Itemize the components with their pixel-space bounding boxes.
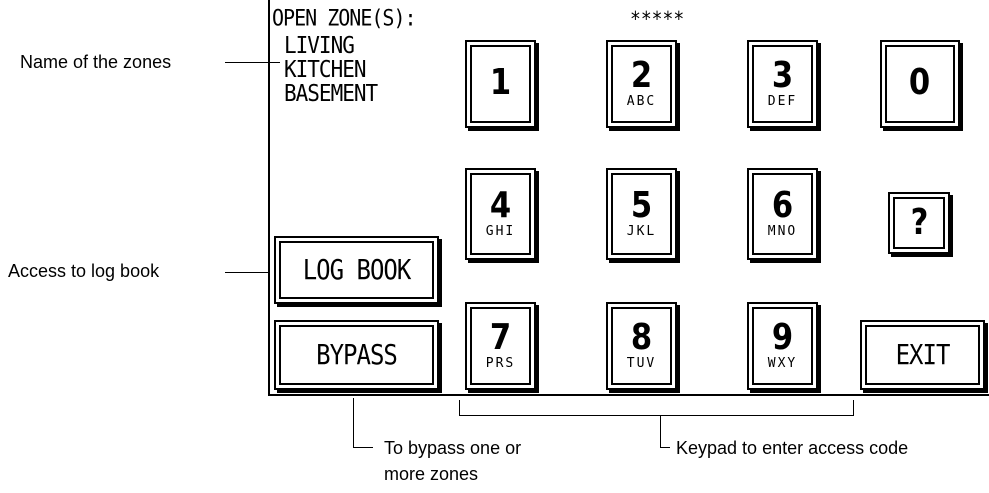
key-letters: WXY: [767, 356, 798, 371]
callout-keypad-bracket-left: [459, 400, 460, 416]
key-1[interactable]: 1: [465, 40, 536, 128]
callout-log-book-leader: [225, 272, 270, 273]
key-digit: 6: [771, 185, 794, 226]
callout-bypass-line1: To bypass one or: [384, 438, 522, 458]
key-0[interactable]: 0: [880, 40, 960, 128]
key-help[interactable]: ?: [888, 192, 950, 254]
key-letters: JKL: [626, 224, 657, 239]
key-6[interactable]: 6 MNO: [747, 168, 818, 260]
callout-keypad-leader-vertical: [660, 415, 661, 448]
key-digit: 4: [489, 185, 512, 226]
callout-keypad-bracket-bottom: [459, 415, 854, 416]
exit-label: EXIT: [895, 338, 951, 372]
zone-name: LIVING: [284, 31, 355, 59]
key-letters: DEF: [767, 94, 798, 109]
key-letters: TUV: [626, 356, 657, 371]
key-7[interactable]: 7 PRS: [465, 302, 536, 390]
key-letters: MNO: [767, 224, 798, 239]
key-letters: PRS: [485, 356, 516, 371]
touchscreen-panel: OPEN ZONE(S): ***** LIVING KITCHEN BASEM…: [268, 0, 989, 396]
key-3[interactable]: 3 DEF: [747, 40, 818, 128]
key-8[interactable]: 8 TUV: [606, 302, 677, 390]
log-book-button[interactable]: LOG BOOK: [274, 236, 439, 304]
key-digit: 1: [489, 62, 512, 103]
key-5[interactable]: 5 JKL: [606, 168, 677, 260]
log-book-label: LOG BOOK: [302, 253, 412, 287]
callout-bypass-leader-vertical: [353, 398, 354, 448]
key-2[interactable]: 2 ABC: [606, 40, 677, 128]
callout-log-book: Access to log book: [8, 261, 160, 281]
key-digit: 3: [771, 55, 794, 96]
callout-zone-names: Name of the zones: [20, 52, 172, 72]
callout-keypad-leader-horizontal: [660, 447, 670, 448]
key-digit: 7: [489, 317, 512, 358]
bypass-button[interactable]: BYPASS: [274, 320, 439, 390]
zone-name: BASEMENT: [284, 79, 378, 107]
key-digit: 0: [909, 62, 931, 103]
key-digit: 9: [771, 317, 794, 358]
key-9[interactable]: 9 WXY: [747, 302, 818, 390]
key-letters: ABC: [626, 94, 657, 109]
key-digit: 8: [630, 317, 653, 358]
bypass-label: BYPASS: [316, 338, 398, 372]
open-zones-title: OPEN ZONE(S):: [272, 4, 417, 31]
help-icon: ?: [910, 202, 928, 243]
callout-keypad: Keypad to enter access code: [676, 438, 909, 458]
key-4[interactable]: 4 GHI: [465, 168, 536, 260]
callout-bypass-line2: more zones: [384, 464, 479, 484]
callout-bypass-leader-horizontal: [353, 447, 373, 448]
access-code-display: *****: [630, 8, 685, 32]
exit-button[interactable]: EXIT: [860, 320, 985, 390]
key-letters: GHI: [485, 224, 516, 239]
key-digit: 2: [630, 55, 653, 96]
zone-name: KITCHEN: [284, 55, 367, 83]
key-digit: 5: [630, 185, 653, 226]
callout-keypad-bracket-right: [853, 400, 854, 416]
